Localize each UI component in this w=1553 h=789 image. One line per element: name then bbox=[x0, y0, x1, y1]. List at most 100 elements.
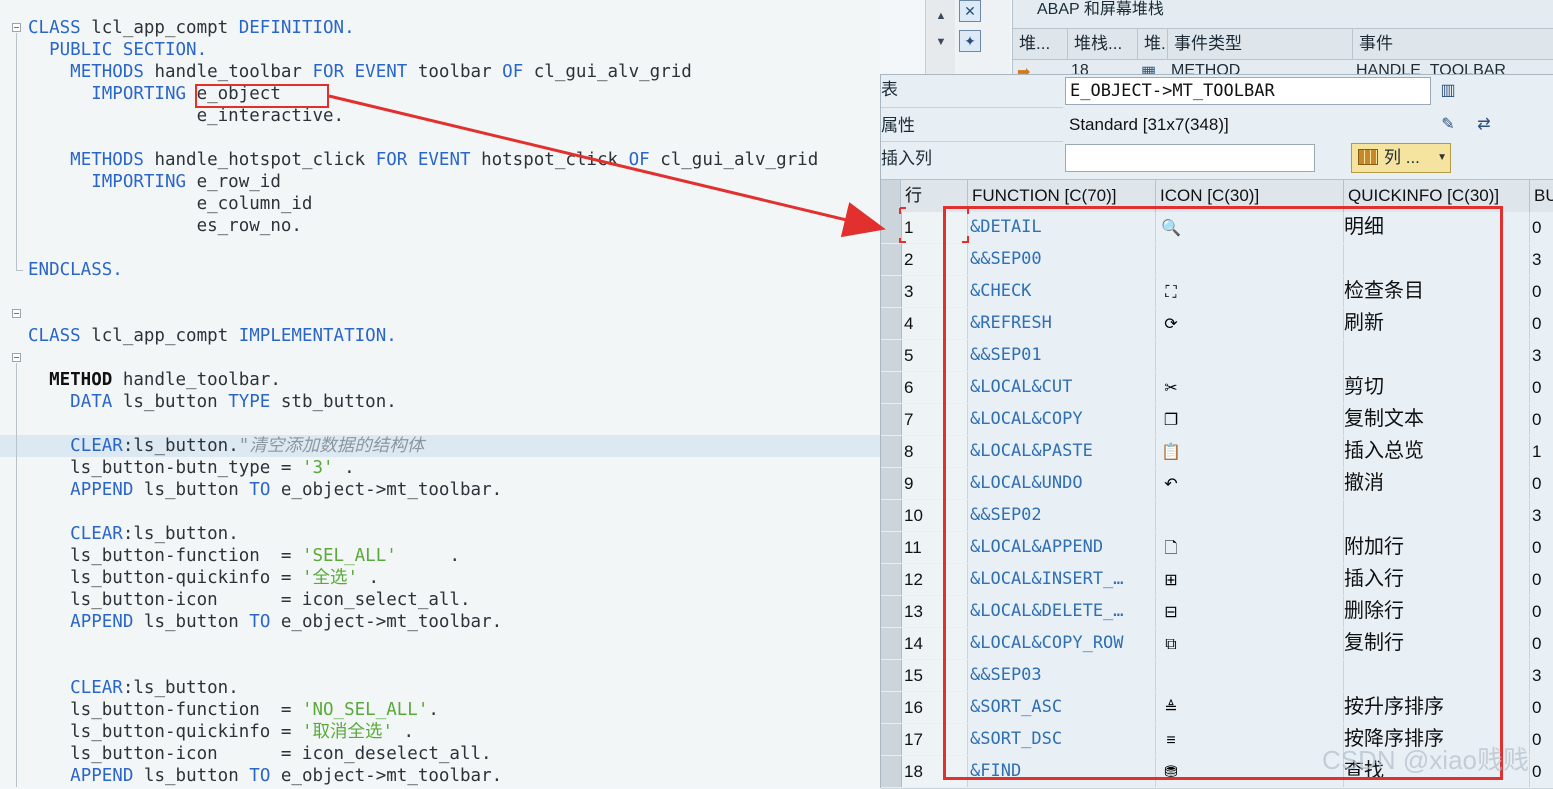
code-line[interactable]: e_interactive. bbox=[0, 105, 880, 127]
code-line[interactable]: METHODS handle_toolbar FOR EVENT toolbar… bbox=[0, 61, 880, 83]
butn-type-cell[interactable]: 0 bbox=[1530, 372, 1553, 403]
butn-type-cell[interactable]: 0 bbox=[1530, 724, 1553, 755]
scroll-up-icon[interactable]: ▲ bbox=[930, 6, 952, 26]
stack-col-header[interactable]: 堆... bbox=[1013, 29, 1068, 59]
table-row[interactable]: 12 &LOCAL&INSERT_… ⊞ 插入行 0 bbox=[881, 564, 1553, 597]
butn-type-cell[interactable]: 0 bbox=[1530, 468, 1553, 499]
quickinfo-cell[interactable]: 按升序排序 bbox=[1344, 692, 1530, 723]
icon-cell[interactable]: ≜ bbox=[1156, 692, 1344, 723]
butn-type-cell[interactable]: 3 bbox=[1530, 244, 1553, 275]
code-line[interactable]: ls_button-icon = icon_select_all. bbox=[0, 589, 880, 611]
row-selector[interactable] bbox=[881, 500, 902, 531]
grid-col-function[interactable]: FUNCTION [C(70)] bbox=[968, 180, 1156, 212]
icon-cell[interactable] bbox=[1156, 340, 1344, 371]
function-cell[interactable]: &DETAIL bbox=[968, 212, 1156, 243]
function-cell[interactable]: &LOCAL&INSERT_… bbox=[968, 564, 1156, 595]
quickinfo-cell[interactable]: 剪切 bbox=[1344, 372, 1530, 403]
table-row[interactable]: 3 &CHECK ⛶ 检查条目 0 bbox=[881, 276, 1553, 309]
fold-toggle-class-implementation[interactable] bbox=[12, 309, 21, 318]
close-window-icon[interactable]: ✕ bbox=[959, 0, 981, 22]
butn-type-cell[interactable]: 0 bbox=[1530, 692, 1553, 723]
stack-col-header[interactable]: 堆. bbox=[1138, 29, 1168, 59]
table-row[interactable]: 5 &&SEP01 3 bbox=[881, 340, 1553, 373]
code-line[interactable]: es_row_no. bbox=[0, 215, 880, 237]
icon-cell[interactable]: ⛃ bbox=[1156, 756, 1344, 787]
quickinfo-cell[interactable]: 删除行 bbox=[1344, 596, 1530, 627]
icon-cell[interactable]: ✂ bbox=[1156, 372, 1344, 403]
function-cell[interactable]: &FIND bbox=[968, 756, 1156, 787]
code-line[interactable] bbox=[0, 303, 880, 325]
butn-type-cell[interactable]: 1 bbox=[1530, 436, 1553, 467]
butn-type-cell[interactable]: 3 bbox=[1530, 340, 1553, 371]
table-row[interactable]: 9 &LOCAL&UNDO ↶ 撤消 0 bbox=[881, 468, 1553, 501]
code-line[interactable]: APPEND ls_button TO e_object->mt_toolbar… bbox=[0, 765, 880, 787]
function-cell[interactable]: &LOCAL&UNDO bbox=[968, 468, 1156, 499]
code-line[interactable]: CLEAR:ls_button. bbox=[0, 523, 880, 545]
stack-table-row[interactable]: ➡ 18 ▦ METHOD HANDLE_TOOLBAR bbox=[1013, 60, 1553, 75]
quickinfo-cell[interactable] bbox=[1344, 244, 1530, 275]
butn-type-cell[interactable]: 0 bbox=[1530, 532, 1553, 563]
row-selector[interactable] bbox=[881, 532, 902, 563]
stack-col-header[interactable]: 事件类型 bbox=[1168, 29, 1353, 59]
row-selector[interactable] bbox=[881, 212, 902, 243]
table-display-icon[interactable]: ▥ bbox=[1437, 80, 1459, 102]
icon-cell[interactable]: 📋 bbox=[1156, 436, 1344, 467]
butn-type-cell[interactable]: 0 bbox=[1530, 628, 1553, 659]
code-line[interactable]: ls_button-function = 'NO_SEL_ALL'. bbox=[0, 699, 880, 721]
table-row[interactable]: 8 &LOCAL&PASTE 📋 插入总览 1 bbox=[881, 436, 1553, 469]
code-line[interactable]: ls_button-icon = icon_deselect_all. bbox=[0, 743, 880, 765]
stack-col-header[interactable]: 事件 bbox=[1353, 29, 1553, 59]
table-row[interactable]: 4 &REFRESH ⟳ 刷新 0 bbox=[881, 308, 1553, 341]
quickinfo-cell[interactable]: 刷新 bbox=[1344, 308, 1530, 339]
function-cell[interactable]: &LOCAL&COPY bbox=[968, 404, 1156, 435]
function-cell[interactable]: &&SEP01 bbox=[968, 340, 1156, 371]
function-cell[interactable]: &&SEP02 bbox=[968, 500, 1156, 531]
table-row[interactable]: 16 &SORT_ASC ≜ 按升序排序 0 bbox=[881, 692, 1553, 725]
icon-cell[interactable]: ⛶ bbox=[1156, 276, 1344, 307]
table-row[interactable]: 10 &&SEP02 3 bbox=[881, 500, 1553, 533]
code-line[interactable] bbox=[0, 501, 880, 523]
row-selector[interactable] bbox=[881, 276, 902, 307]
quickinfo-cell[interactable]: 撤消 bbox=[1344, 468, 1530, 499]
icon-cell[interactable]: ❐ bbox=[1156, 404, 1344, 435]
code-line[interactable]: APPEND ls_button TO e_object->mt_toolbar… bbox=[0, 479, 880, 501]
butn-type-cell[interactable]: 0 bbox=[1530, 404, 1553, 435]
function-cell[interactable]: &LOCAL&DELETE_… bbox=[968, 596, 1156, 627]
icon-cell[interactable]: ⟳ bbox=[1156, 308, 1344, 339]
code-line[interactable] bbox=[0, 237, 880, 259]
icon-cell[interactable]: ⊟ bbox=[1156, 596, 1344, 627]
table-row[interactable]: 6 &LOCAL&CUT ✂ 剪切 0 bbox=[881, 372, 1553, 405]
butn-type-cell[interactable]: 0 bbox=[1530, 596, 1553, 627]
columns-button[interactable]: 列 ... ▼ bbox=[1351, 143, 1451, 173]
code-line[interactable]: e_column_id bbox=[0, 193, 880, 215]
icon-cell[interactable] bbox=[1156, 244, 1344, 275]
icon-cell[interactable] bbox=[1156, 500, 1344, 531]
code-line[interactable]: ls_button-quickinfo = '全选' . bbox=[0, 567, 880, 589]
code-line[interactable]: METHODS handle_hotspot_click FOR EVENT h… bbox=[0, 149, 880, 171]
grid-col-icon[interactable]: ICON [C(30)] bbox=[1156, 180, 1344, 212]
row-selector[interactable] bbox=[881, 340, 902, 371]
code-line[interactable] bbox=[0, 655, 880, 677]
icon-cell[interactable]: ⊞ bbox=[1156, 564, 1344, 595]
code-line[interactable]: CLEAR:ls_button."清空添加数据的结构体 bbox=[0, 435, 880, 457]
function-cell[interactable]: &LOCAL&CUT bbox=[968, 372, 1156, 403]
code-line[interactable]: ls_button-function = 'SEL_ALL' . bbox=[0, 545, 880, 567]
insert-column-input[interactable] bbox=[1065, 144, 1315, 172]
fold-toggle-method[interactable] bbox=[12, 353, 21, 362]
abap-code-editor[interactable]: CLASS lcl_app_compt DEFINITION. PUBLIC S… bbox=[0, 0, 880, 787]
table-name-field[interactable]: E_OBJECT->MT_TOOLBAR bbox=[1065, 77, 1431, 105]
function-cell[interactable]: &LOCAL&APPEND bbox=[968, 532, 1156, 563]
edit-attributes-icon[interactable]: ✎ bbox=[1437, 114, 1459, 136]
row-selector[interactable] bbox=[881, 372, 902, 403]
grid-col-quickinfo[interactable]: QUICKINFO [C(30)] bbox=[1344, 180, 1530, 212]
fold-toggle-class-definition[interactable] bbox=[12, 23, 21, 32]
quickinfo-cell[interactable]: 复制文本 bbox=[1344, 404, 1530, 435]
row-selector[interactable] bbox=[881, 436, 902, 467]
editor-scrollbar[interactable]: ▲ ▼ bbox=[925, 0, 956, 75]
code-line[interactable]: ls_button-butn_type = '3' . bbox=[0, 457, 880, 479]
row-selector[interactable] bbox=[881, 596, 902, 627]
row-selector[interactable] bbox=[881, 628, 902, 659]
table-row[interactable]: 15 &&SEP03 3 bbox=[881, 660, 1553, 693]
code-line[interactable]: ENDCLASS. bbox=[0, 259, 880, 281]
grid-col-row[interactable]: 行 bbox=[901, 180, 968, 212]
